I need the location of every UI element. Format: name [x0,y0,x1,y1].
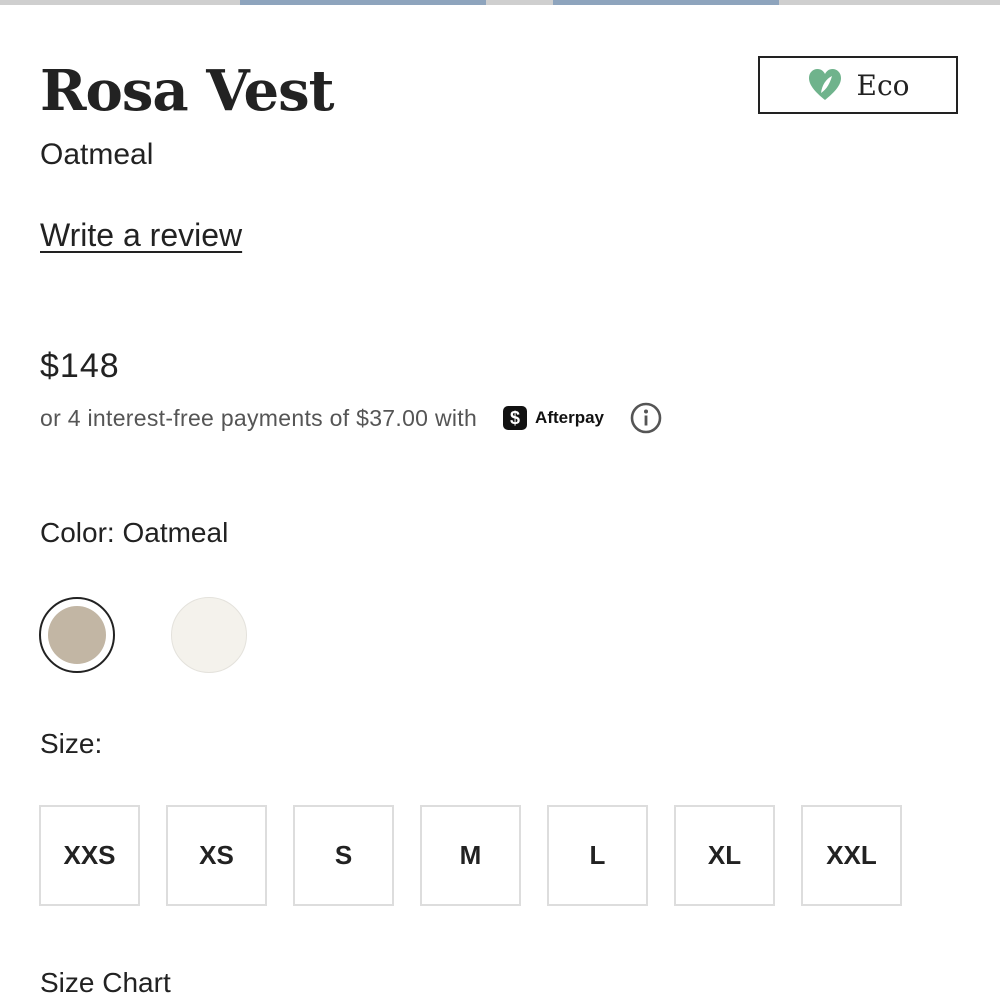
size-option-l[interactable]: L [547,805,648,906]
size-option-s[interactable]: S [293,805,394,906]
product-title: Rosa Vest [40,58,335,124]
swatch-ivory[interactable] [171,597,247,673]
heart-leaf-icon [808,69,841,100]
size-chart-link[interactable]: Size Chart [40,965,171,1001]
product-image-edge [0,0,1000,5]
size-option-xs[interactable]: XS [166,805,267,906]
afterpay-logo: $ Afterpay [503,406,604,430]
info-icon[interactable] [630,402,662,434]
product-image-jeans-right [553,0,779,5]
product-image-jeans-left [240,0,486,5]
size-option-xl[interactable]: XL [674,805,775,906]
swatch-oatmeal-fill [48,606,106,664]
size-option-xxl[interactable]: XXL [801,805,902,906]
color-label: Color: Oatmeal [40,517,229,548]
product-color-subtitle: Oatmeal [40,138,154,171]
eco-badge[interactable]: Eco [758,56,958,114]
write-review-link[interactable]: Write a review [40,216,242,254]
size-option-xxs[interactable]: XXS [39,805,140,906]
size-options: XXS XS S M L XL XXL [39,805,902,906]
swatch-oatmeal[interactable] [39,597,115,673]
afterpay-name: Afterpay [535,408,605,427]
size-option-m[interactable]: M [420,805,521,906]
afterpay-dollar-icon: $ [503,406,528,430]
eco-badge-label: Eco [856,68,910,102]
size-label: Size: [40,728,103,759]
product-price: $148 [40,347,120,385]
installment-text: or 4 interest-free payments of $37.00 wi… [40,404,478,431]
afterpay-installments: or 4 interest-free payments of $37.00 wi… [40,400,662,436]
